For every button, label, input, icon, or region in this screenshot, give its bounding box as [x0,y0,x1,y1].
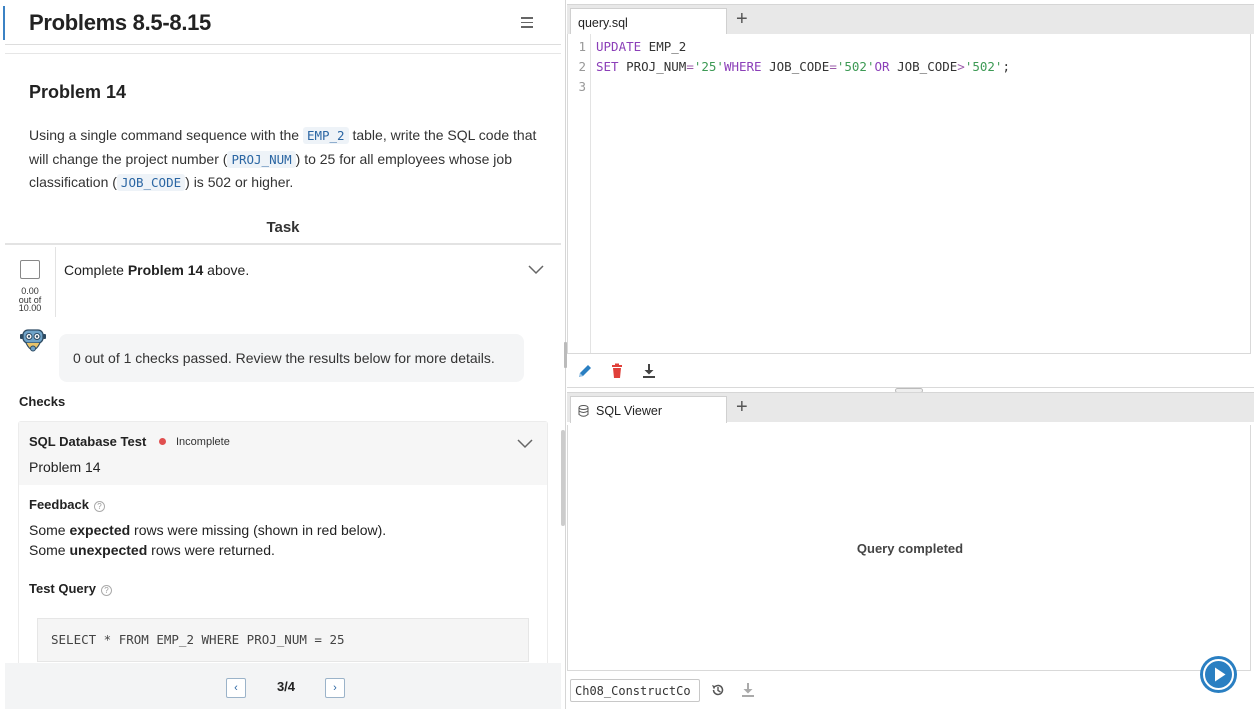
help-icon[interactable]: ? [100,585,112,596]
editor-tab-bar: query.sql + [567,4,1254,35]
tab-query-sql[interactable]: query.sql [570,8,727,35]
results-summary-text: 0 out of 1 checks passed. Review the res… [73,350,495,366]
page-counter: 3/4 [276,679,296,694]
page-title: Problems 8.5-8.15 [29,10,211,35]
pager: ‹ 3/4 › [5,663,561,709]
check-card: SQL Database Test Incomplete Problem 14 … [18,421,548,681]
chevron-down-icon[interactable] [527,262,545,276]
bottom-toolbar: Ch08_ConstructCo [567,672,1254,709]
trash-icon[interactable] [609,363,625,379]
code-line: SET PROJ_NUM='25'WHERE JOB_CODE='502'OR … [596,59,1010,74]
title-divider [5,44,561,45]
feedback-line: Some unexpected rows were returned. [29,542,275,558]
results-summary-bubble: 0 out of 1 checks passed. Review the res… [59,334,524,382]
code-editor[interactable]: 1 2 3 UPDATE EMP_2 SET PROJ_NUM='25'WHER… [567,34,1251,354]
test-query-box: SELECT * FROM EMP_2 WHERE PROJ_NUM = 25 [37,618,529,662]
code-emp2: EMP_2 [302,127,349,144]
problem-text-part: Using a single command sequence with the [29,127,303,143]
database-icon [578,405,589,417]
download-icon[interactable] [740,682,756,698]
score-max: 10.00 [18,303,42,313]
line-number: 3 [578,79,586,94]
download-icon[interactable] [641,363,657,379]
status-dot [159,438,166,445]
feedback-label-text: Feedback [29,497,89,512]
task-label-bold: Problem 14 [127,262,204,278]
problem-description: Using a single command sequence with the… [29,124,549,195]
editor-toolbar [567,354,1254,388]
feedback-bold: expected [69,522,131,538]
workspace-panel: query.sql + 1 2 3 UPDATE EMP_2 SET PROJ_… [567,0,1254,709]
check-title: SQL Database Test [29,434,147,449]
query-status-message: Query completed [856,541,964,556]
viewer-tab-bar: SQL Viewer + [567,392,1254,423]
pencil-icon[interactable] [577,363,593,379]
problem-heading: Problem 14 [29,82,127,102]
line-number: 2 [578,59,586,74]
problem-text-part: ) is 502 or higher. [185,174,294,190]
checks-label: Checks [19,394,66,409]
hamburger-menu-icon[interactable] [519,14,535,30]
chevron-down-icon[interactable] [516,436,534,450]
feedback-text: Some [29,522,70,538]
robot-assistant-icon [20,329,46,352]
line-number: 1 [578,39,586,54]
scrollbar-thumb[interactable] [561,430,565,526]
database-select-value: Ch08_ConstructCo [575,684,691,698]
code-line: UPDATE EMP_2 [596,39,687,54]
help-icon[interactable]: ? [93,501,105,512]
task-divider-vertical [55,247,56,317]
task-divider [5,243,561,245]
line-number-gutter: 1 2 3 [568,34,591,353]
test-query-label: Test Query? [29,581,112,596]
tab-sql-viewer[interactable]: SQL Viewer [570,396,727,423]
add-tab-button[interactable]: + [736,8,748,30]
feedback-bold: unexpected [69,542,148,558]
title-accent-bar [3,6,5,40]
check-subtitle: Problem 14 [29,459,101,475]
tab-label: SQL Viewer [596,404,663,418]
history-icon[interactable] [710,682,726,698]
run-query-button[interactable] [1200,656,1237,693]
status-badge: Incomplete [176,436,230,448]
task-row-label: Complete Problem 14 above. [64,262,249,278]
task-score: 0.00 out of 10.00 [14,287,46,313]
title-divider-secondary [5,53,561,54]
task-section-label: Task [266,219,300,236]
code-proj-num: PROJ_NUM [227,150,296,168]
feedback-text: Some [29,542,70,558]
feedback-label: Feedback? [29,497,105,512]
problem-panel: Problems 8.5-8.15 Problem 14 Using a sin… [0,0,566,709]
sql-viewer-output: Query completed [567,425,1251,671]
task-checkbox[interactable] [20,260,40,279]
tab-label: query.sql [578,16,628,30]
test-query-label-text: Test Query [29,581,96,596]
previous-page-button[interactable]: ‹ [226,678,246,698]
feedback-text: rows were missing (shown in red below). [130,522,387,538]
test-query-code: SELECT * FROM EMP_2 WHERE PROJ_NUM = 25 [51,632,345,647]
next-page-button[interactable]: › [325,678,345,698]
feedback-line: Some expected rows were missing (shown i… [29,522,386,538]
task-label-suffix: above. [203,262,250,278]
play-icon [1203,659,1234,690]
database-select[interactable]: Ch08_ConstructCo [570,679,700,702]
check-card-header[interactable]: SQL Database Test Incomplete Problem 14 [19,422,547,485]
task-label-prefix: Complete [64,262,128,278]
feedback-text: rows were returned. [147,542,275,558]
code-job-code: JOB_CODE [116,174,186,191]
add-tab-button[interactable]: + [736,396,748,418]
